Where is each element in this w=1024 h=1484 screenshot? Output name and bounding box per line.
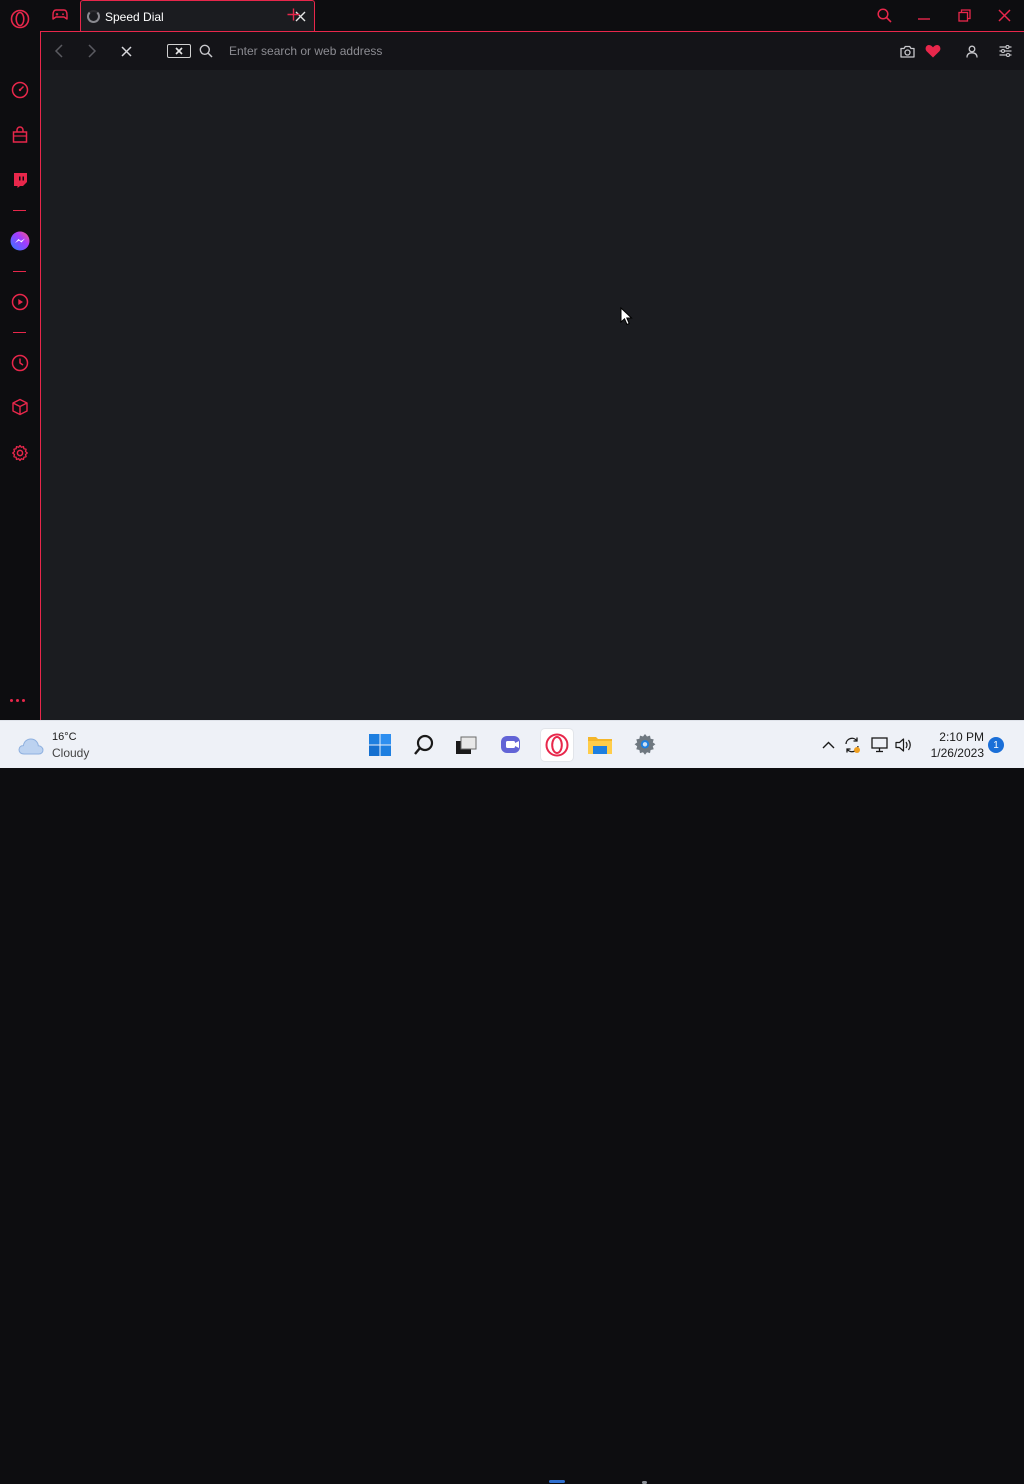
settings-icon[interactable] [629, 729, 661, 761]
address-bar-input[interactable] [229, 42, 869, 60]
loading-spinner-icon [87, 10, 100, 23]
extensions-icon[interactable] [9, 396, 31, 418]
opera-gx-icon[interactable] [541, 729, 573, 761]
browser-frame [40, 31, 1024, 720]
sync-icon[interactable] [841, 734, 863, 756]
heart-bookmark-icon[interactable] [923, 41, 943, 61]
weather-widget[interactable]: 16°C Cloudy [18, 730, 89, 761]
forward-button[interactable] [82, 41, 102, 61]
account-icon[interactable] [962, 41, 982, 61]
messenger-icon[interactable] [9, 230, 31, 252]
speed-dial-icon[interactable] [9, 79, 31, 101]
minimize-button[interactable] [912, 4, 936, 26]
plus-icon [287, 8, 299, 20]
settings-icon[interactable] [9, 442, 31, 464]
browser-window: Speed Dial [0, 0, 1024, 720]
sidebar-separator [13, 332, 26, 333]
sidebar-separator [13, 271, 26, 272]
volume-icon[interactable] [893, 734, 915, 756]
back-button[interactable] [49, 41, 69, 61]
mouse-cursor-icon [620, 307, 633, 326]
new-tab-button[interactable] [283, 4, 303, 24]
twitch-icon[interactable] [9, 169, 31, 191]
weather-condition: Cloudy [52, 746, 90, 760]
cloud-icon [18, 737, 44, 754]
easy-setup-icon[interactable] [995, 41, 1015, 61]
history-icon[interactable] [9, 352, 31, 374]
clear-address-icon[interactable] [167, 44, 191, 58]
snapshot-camera-icon[interactable] [897, 41, 917, 61]
start-icon[interactable] [364, 729, 396, 761]
restore-button[interactable] [952, 4, 976, 26]
clock-time: 2:10 PM [939, 730, 984, 744]
shopping-bag-icon[interactable] [9, 124, 31, 146]
system-clock[interactable]: 2:10 PM 1/26/2023 [918, 729, 984, 761]
sidebar-separator [13, 210, 26, 211]
task-view-icon[interactable] [450, 729, 482, 761]
gx-corner-icon[interactable] [48, 4, 72, 26]
tab-bar: Speed Dial [40, 0, 1024, 32]
active-app-indicator [549, 1480, 565, 1483]
search-icon[interactable] [408, 729, 440, 761]
chevron-up-icon[interactable] [817, 734, 839, 756]
search-icon [196, 41, 216, 61]
taskbar: 16°C Cloudy 2:10 PM 1/26/2023 1 [0, 720, 1024, 1484]
notification-badge[interactable]: 1 [988, 737, 1004, 753]
network-icon[interactable] [869, 734, 891, 756]
tab-speed-dial[interactable]: Speed Dial [80, 0, 315, 32]
teams-chat-icon[interactable] [496, 729, 528, 761]
page-content[interactable] [41, 70, 1024, 720]
opera-logo-icon[interactable] [9, 8, 31, 30]
clock-date: 1/26/2023 [930, 746, 984, 760]
close-window-button[interactable] [992, 4, 1016, 26]
file-explorer-icon[interactable] [584, 729, 616, 761]
tab-search-icon[interactable] [872, 4, 896, 26]
tab-title: Speed Dial [105, 9, 164, 24]
player-icon[interactable] [9, 291, 31, 313]
sidebar [0, 0, 40, 720]
more-dots-icon[interactable] [10, 694, 30, 706]
weather-temperature: 16°C [52, 731, 77, 743]
address-toolbar [41, 32, 1024, 70]
stop-loading-button[interactable] [116, 41, 136, 61]
